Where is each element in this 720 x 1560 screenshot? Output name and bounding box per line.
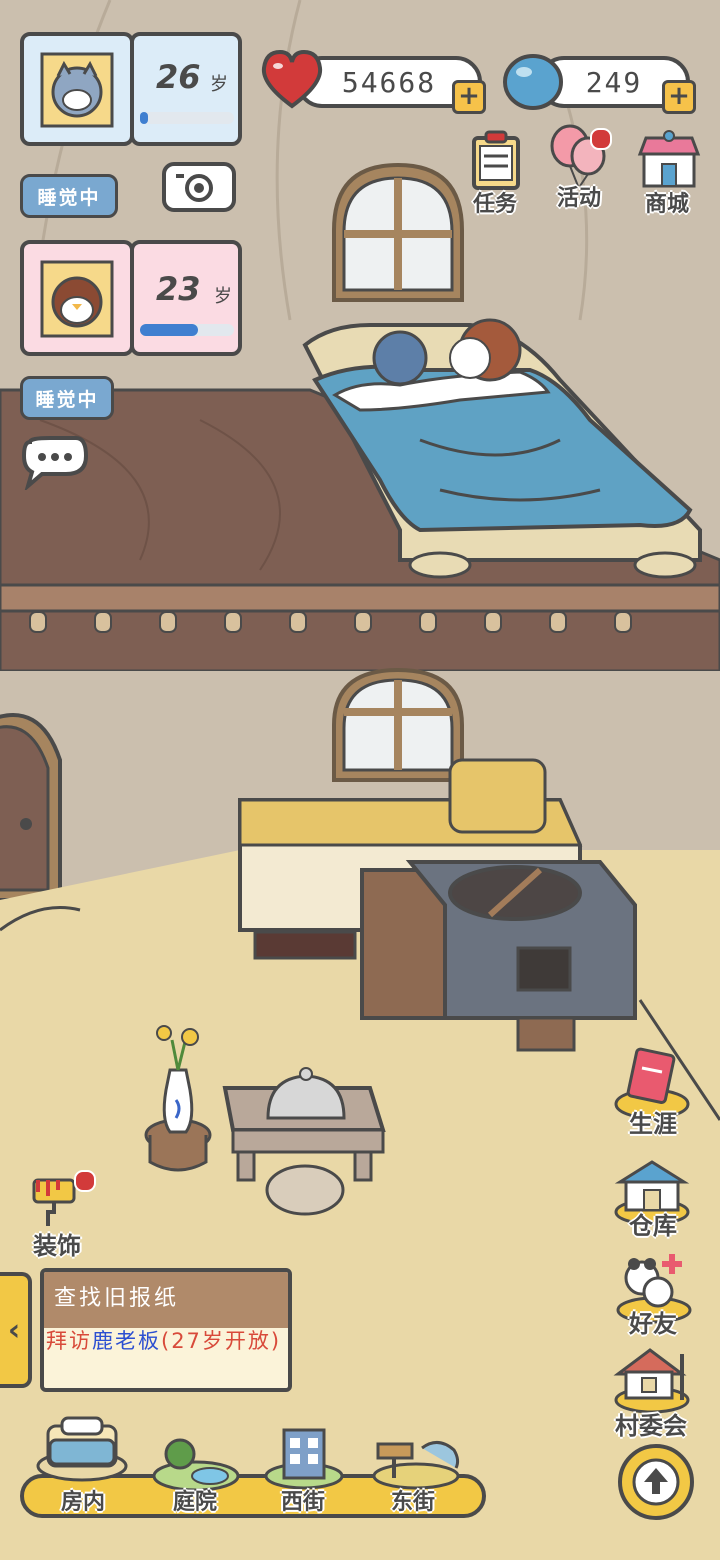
- nav-courtyard-label: 庭院: [172, 1490, 217, 1515]
- bed-icon: [36, 1416, 128, 1482]
- wolf-age-progress-fill: [140, 112, 148, 124]
- wolf-age: 26: [156, 58, 201, 96]
- penguin-age-unit: 岁: [214, 286, 232, 307]
- chat-button[interactable]: [20, 434, 90, 492]
- penguin-portrait-icon: [40, 260, 114, 338]
- penguin-age-progress-fill: [140, 324, 199, 336]
- wolf-portrait-icon: [40, 52, 114, 128]
- nav-indoor-label: 房内: [60, 1490, 105, 1515]
- village-hall-icon: [613, 1348, 690, 1414]
- shop-label: 商城: [644, 192, 689, 217]
- gem-icon: [503, 54, 563, 110]
- add-hearts-button[interactable]: +: [452, 80, 486, 114]
- wolf-age-progress-track: [140, 112, 234, 124]
- quest-title: 查找旧报纸: [54, 1286, 180, 1311]
- signpost-icon: [372, 1441, 460, 1490]
- penguin-age: 23: [156, 270, 201, 308]
- career-label: 生涯: [629, 1110, 677, 1138]
- nav-west-street-label: 西街: [280, 1490, 325, 1515]
- door: [0, 713, 62, 902]
- friends-label: 好友: [629, 1310, 677, 1338]
- penguin-age-progress-track: [140, 324, 234, 336]
- events-notification-dot: [590, 128, 612, 150]
- penguin-portrait-frame[interactable]: [20, 240, 134, 356]
- lower-window: [332, 667, 464, 782]
- village-committee-label: 村委会: [615, 1412, 687, 1440]
- storage-label: 仓库: [629, 1212, 677, 1240]
- quest-collapse-button[interactable]: ‹: [0, 1272, 32, 1388]
- hearts-value: 54668: [341, 65, 437, 99]
- decorate-label: 装饰: [33, 1232, 81, 1260]
- camera-button[interactable]: [162, 162, 236, 212]
- chat-bubble-icon: [21, 436, 89, 492]
- quest-panel[interactable]: 查找旧报纸 拜访鹿老板(27岁开放): [40, 1268, 292, 1392]
- quest-action: 拜访: [46, 1329, 92, 1353]
- wolf-portrait-frame[interactable]: [20, 32, 134, 146]
- decorate-notification-dot: [74, 1170, 96, 1192]
- building-icon: [264, 1428, 344, 1490]
- events-label: 活动: [556, 186, 601, 211]
- nav-east-street-label: 东街: [390, 1490, 435, 1515]
- penguin-status-badge: 睡觉中: [20, 376, 114, 420]
- quest-description: 拜访鹿老板(27岁开放): [46, 1326, 288, 1356]
- arrow-up-icon: [632, 1458, 680, 1506]
- garden-icon: [152, 1438, 240, 1492]
- wolf-age-panel: 26 岁: [130, 32, 242, 146]
- shop-icon: [637, 130, 701, 188]
- clipboard-icon: [472, 130, 520, 190]
- upper-window: [332, 162, 464, 302]
- wolf-age-unit: 岁: [210, 74, 228, 95]
- camera-icon: [176, 174, 213, 202]
- wolf-status-badge: 睡觉中: [20, 174, 118, 218]
- gems-value: 249: [585, 65, 643, 99]
- penguin-age-panel: 23 岁: [130, 240, 242, 356]
- heart-icon: [261, 49, 323, 109]
- expand-menu-button[interactable]: [618, 1444, 694, 1520]
- quest-condition: (27岁开放): [161, 1329, 282, 1353]
- quest-npc: 鹿老板: [92, 1329, 161, 1353]
- add-gems-button[interactable]: +: [662, 80, 696, 114]
- tasks-label: 任务: [472, 192, 517, 217]
